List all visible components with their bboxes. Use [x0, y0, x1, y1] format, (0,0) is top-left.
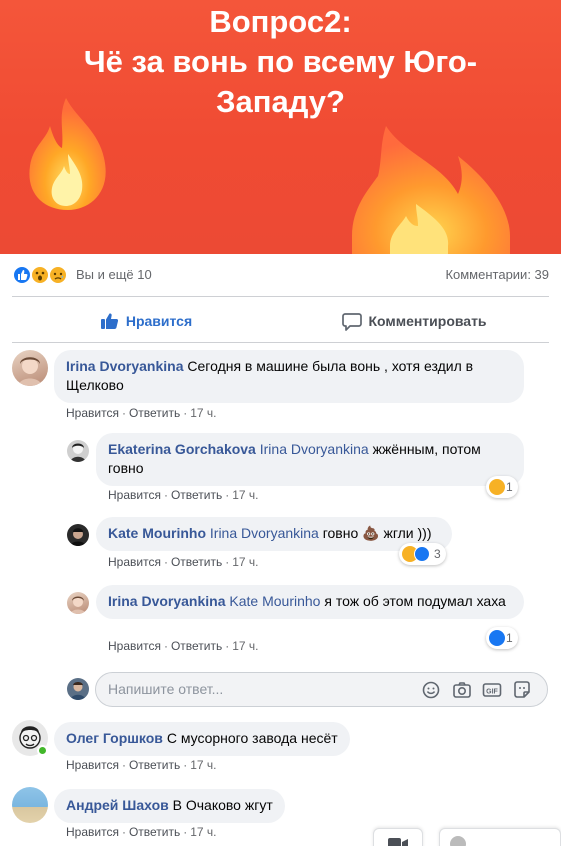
- comment-meta: Нравится · Ответить · 17 ч.: [66, 406, 217, 420]
- camera-icon[interactable]: [452, 680, 472, 700]
- reply-meta: Нравится · Ответить · 17 ч.: [108, 639, 259, 653]
- comment-button[interactable]: Комментировать: [280, 305, 549, 337]
- comment-bubble: Irina Dvoryankina Сегодня в машине была …: [54, 350, 524, 403]
- reply-text: я тож об этом подумал хаха: [324, 593, 506, 609]
- reaction-count: 1: [506, 480, 513, 494]
- reply-timestamp[interactable]: 17 ч.: [232, 488, 258, 502]
- comment-button-label: Комментировать: [368, 313, 487, 329]
- like-icon: [489, 630, 505, 646]
- comment-text: С мусорного завода несёт: [166, 730, 338, 746]
- thumbs-up-icon: [100, 313, 118, 329]
- comment-reply-link[interactable]: Ответить: [129, 825, 180, 839]
- reaction-count: 3: [434, 547, 441, 561]
- reply-like-link[interactable]: Нравится: [108, 488, 161, 502]
- avatar[interactable]: [67, 524, 89, 546]
- comments-count-link[interactable]: Комментарии: 39: [445, 267, 549, 282]
- comment-reply-link[interactable]: Ответить: [129, 758, 180, 772]
- reply-bubble: Irina Dvoryankina Kate Mourinho я тож об…: [96, 585, 524, 619]
- avatar[interactable]: [12, 787, 48, 823]
- comment-like-link[interactable]: Нравится: [66, 758, 119, 772]
- reaction-badge[interactable]: 1: [486, 476, 518, 498]
- svg-text:GIF: GIF: [486, 688, 498, 695]
- like-button[interactable]: Нравится: [12, 305, 280, 337]
- comment-meta: Нравится · Ответить · 17 ч.: [66, 825, 217, 839]
- reply-mention[interactable]: Kate Mourinho: [229, 593, 320, 609]
- like-icon: [414, 546, 430, 562]
- video-camera-icon: [388, 838, 408, 846]
- avatar: [450, 836, 466, 846]
- comment-like-link[interactable]: Нравится: [66, 406, 119, 420]
- reply-timestamp[interactable]: 17 ч.: [232, 555, 258, 569]
- reply-reply-link[interactable]: Ответить: [171, 488, 222, 502]
- comment-author[interactable]: Irina Dvoryankina: [66, 358, 184, 374]
- wow-icon: [489, 479, 505, 495]
- reply-like-link[interactable]: Нравится: [108, 639, 161, 653]
- reaction-badge[interactable]: 1: [486, 627, 518, 649]
- avatar[interactable]: [12, 350, 48, 386]
- comment-bubble: Олег Горшков С мусорного завода несёт: [54, 722, 350, 756]
- divider: [12, 296, 549, 297]
- gif-icon[interactable]: GIF: [482, 680, 502, 700]
- comment-timestamp[interactable]: 17 ч.: [190, 406, 216, 420]
- comment-meta: Нравится · Ответить · 17 ч.: [66, 758, 217, 772]
- reply-input[interactable]: [108, 681, 408, 697]
- reaction-count: 1: [506, 631, 513, 645]
- emoji-icon[interactable]: [421, 680, 441, 700]
- reaction-badge[interactable]: 3: [399, 543, 446, 565]
- comment-author[interactable]: Андрей Шахов: [66, 797, 169, 813]
- reaction-icons-group[interactable]: [12, 265, 76, 285]
- comment-reply-link[interactable]: Ответить: [129, 406, 180, 420]
- reply-reply-link[interactable]: Ответить: [171, 555, 222, 569]
- reply-author[interactable]: Irina Dvoryankina: [108, 593, 226, 609]
- comment-text: В Очаково жгут: [172, 797, 273, 813]
- reply-meta: Нравится · Ответить · 17 ч.: [108, 555, 259, 569]
- reactions-summary-text[interactable]: Вы и ещё 10: [76, 267, 152, 282]
- reply-text: говно 💩 жгли ))): [322, 525, 432, 541]
- reply-meta: Нравится · Ответить · 17 ч.: [108, 488, 259, 502]
- fire-icon-right: [352, 126, 510, 254]
- divider: [12, 342, 549, 343]
- sticker-icon[interactable]: [512, 680, 532, 700]
- reply-timestamp[interactable]: 17 ч.: [232, 639, 258, 653]
- reply-mention[interactable]: Irina Dvoryankina: [210, 525, 319, 541]
- fire-icon-left: [29, 98, 106, 210]
- like-icon: [12, 265, 32, 285]
- comment-timestamp[interactable]: 17 ч.: [190, 758, 216, 772]
- comment-author[interactable]: Олег Горшков: [66, 730, 163, 746]
- online-status-dot: [37, 745, 48, 756]
- wow-icon: [30, 265, 50, 285]
- comment-icon: [342, 312, 363, 331]
- comment-bubble: Андрей Шахов В Очаково жгут: [54, 789, 285, 823]
- comment-timestamp[interactable]: 17 ч.: [190, 825, 216, 839]
- reply-composer[interactable]: GIF: [95, 672, 548, 707]
- sad-icon: [48, 265, 68, 285]
- post-image-banner[interactable]: Вопрос2: Чё за вонь по всему Юго- Западу…: [0, 0, 561, 254]
- reactions-summary: Вы и ещё 10 Комментарии: 39: [12, 263, 549, 287]
- reply-like-link[interactable]: Нравится: [108, 555, 161, 569]
- reply-bubble: Kate Mourinho Irina Dvoryankina говно 💩 …: [96, 517, 452, 551]
- reply-reply-link[interactable]: Ответить: [171, 639, 222, 653]
- avatar[interactable]: [67, 592, 89, 614]
- current-user-avatar: [67, 678, 89, 700]
- reply-mention[interactable]: Irina Dvoryankina: [260, 441, 369, 457]
- reply-author[interactable]: Kate Mourinho: [108, 525, 206, 541]
- chat-tab-contacts[interactable]: [439, 828, 561, 846]
- reply-author[interactable]: Ekaterina Gorchakova: [108, 441, 256, 457]
- avatar[interactable]: [67, 440, 89, 462]
- like-button-label: Нравится: [125, 313, 193, 329]
- comment-like-link[interactable]: Нравится: [66, 825, 119, 839]
- chat-tab-video[interactable]: [373, 828, 423, 846]
- reply-bubble: Ekaterina Gorchakova Irina Dvoryankina ж…: [96, 433, 524, 486]
